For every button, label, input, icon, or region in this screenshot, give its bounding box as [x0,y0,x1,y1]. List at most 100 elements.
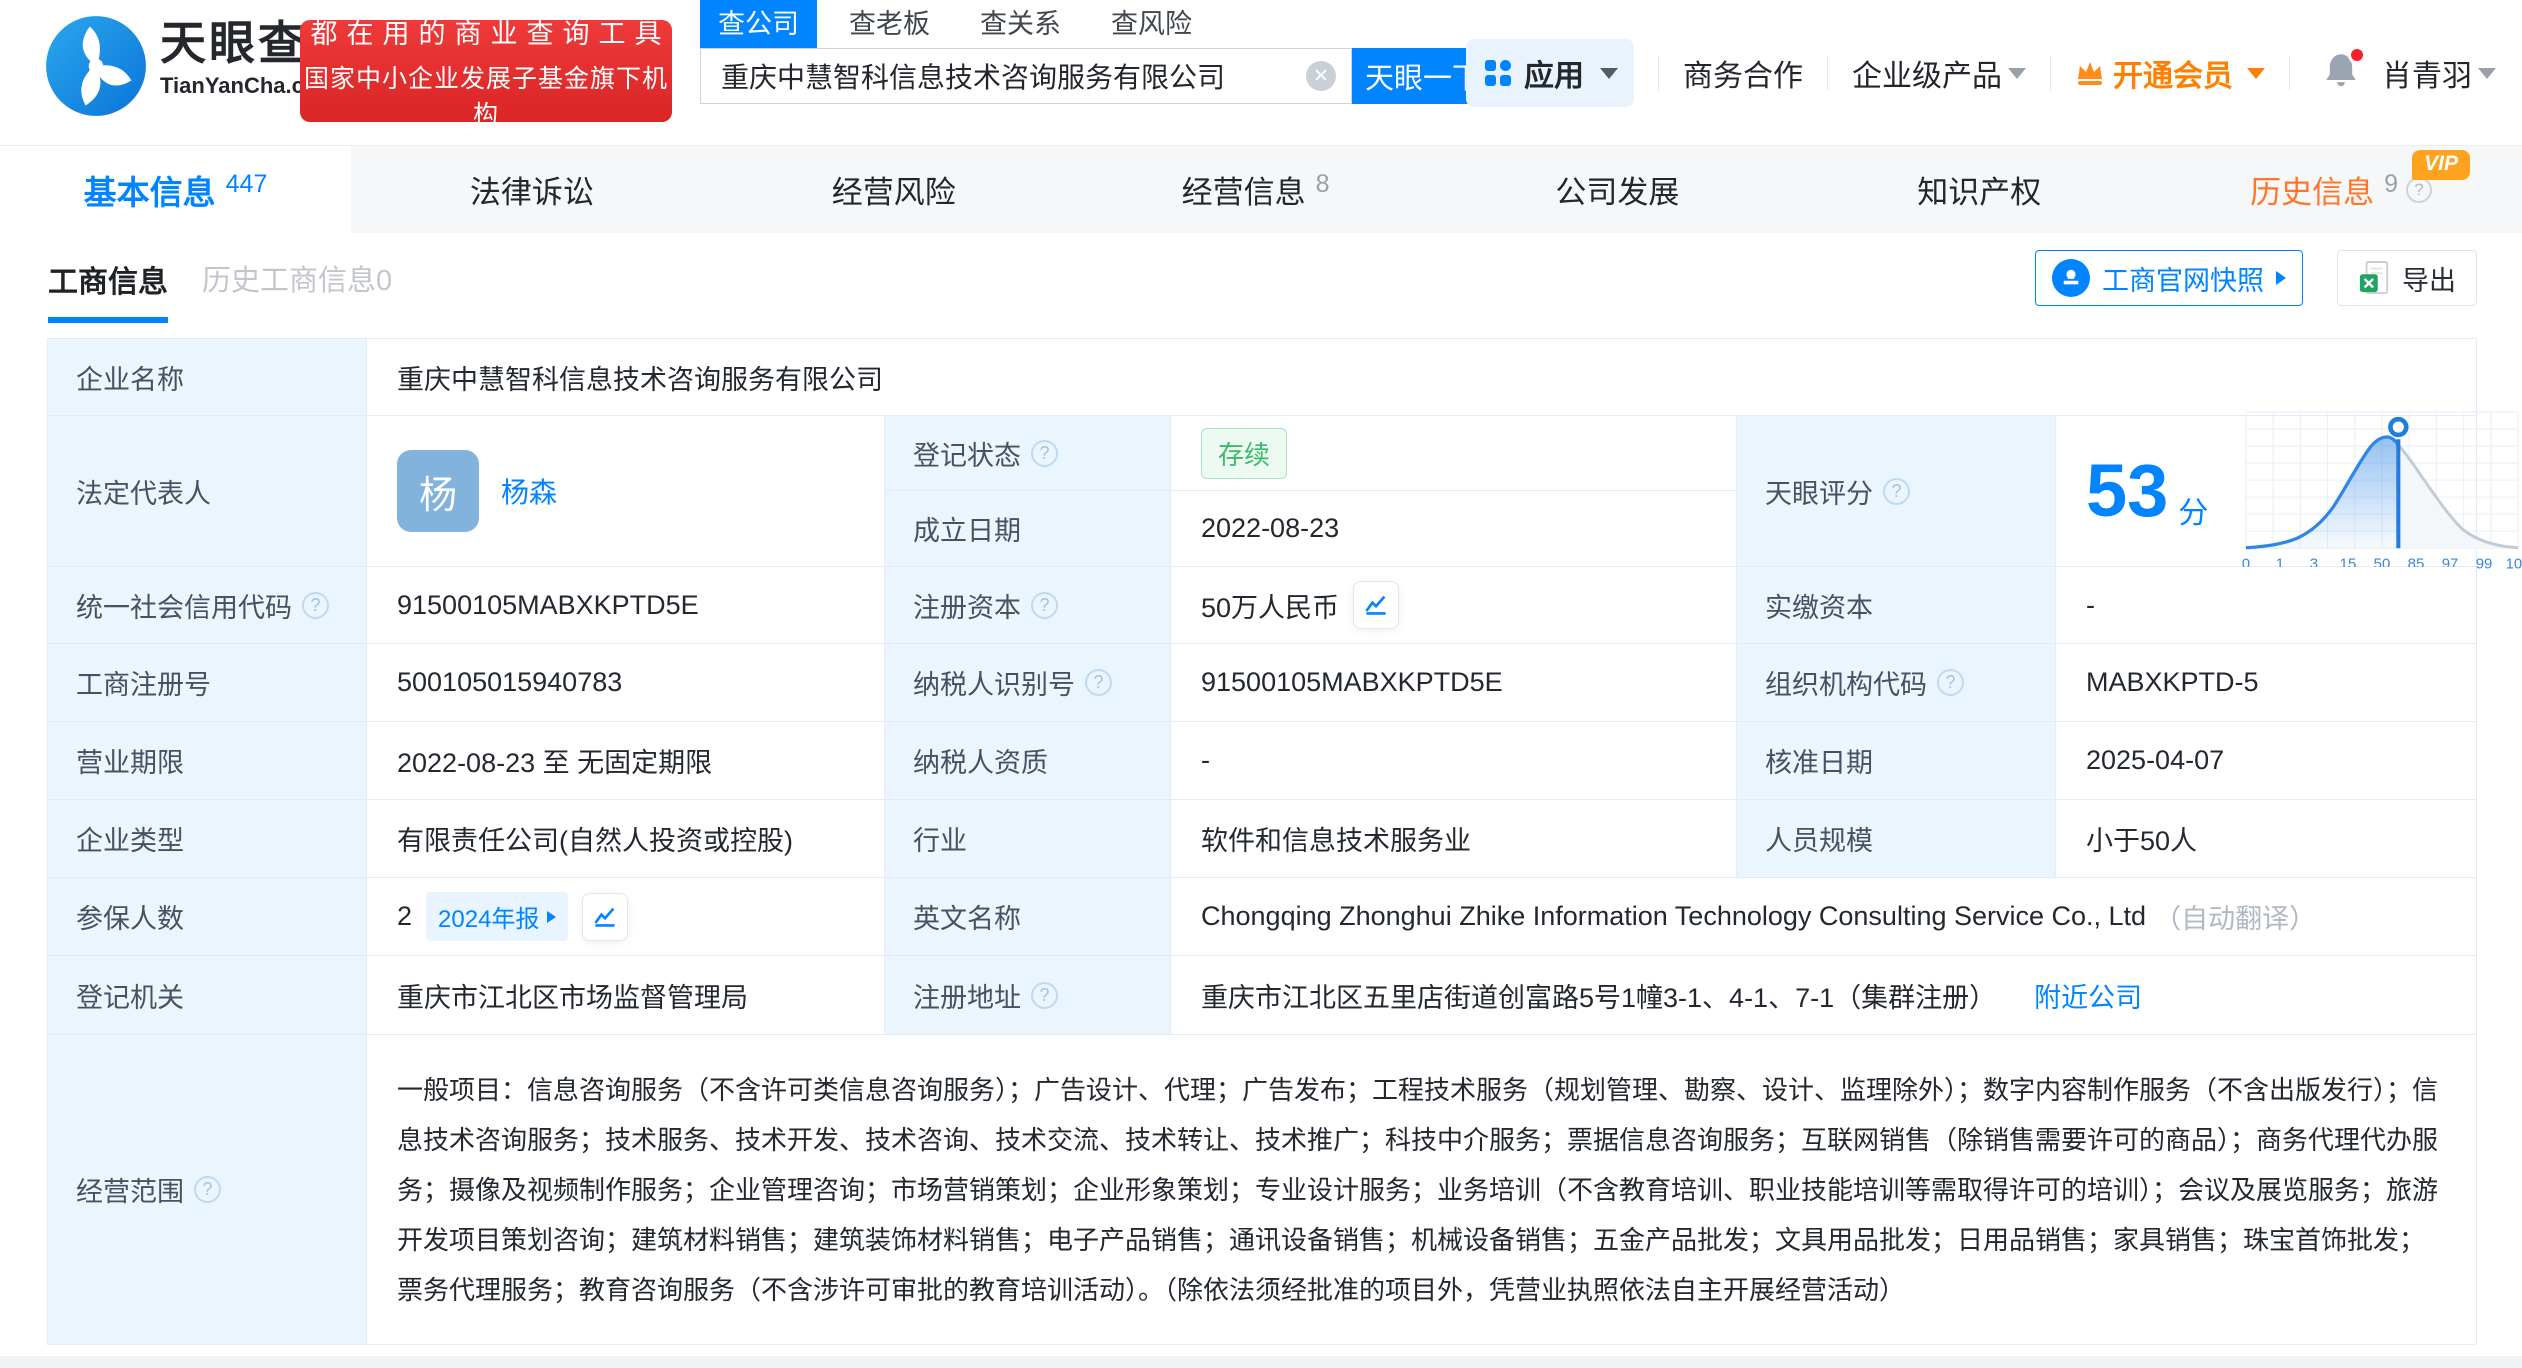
field-value-score: 53 分 [2056,416,2477,567]
field-value-business-scope: 一般项目：信息咨询服务（不含许可类信息咨询服务）；广告设计、代理；广告发布；工程… [367,1035,2477,1345]
help-icon[interactable]: ? [1937,669,1964,696]
value-text: 50万人民币 [1201,586,1339,625]
avatar[interactable]: 杨 [397,450,479,532]
field-value-business-term: 2022-08-23 至 无固定期限 [367,722,885,800]
notification-bell-icon[interactable] [2324,52,2358,95]
field-label-english-name: 英文名称 [885,878,1171,956]
vip-badge: VIP [2412,150,2470,180]
export-button[interactable]: 导出 [2337,250,2477,306]
field-value-staff-size: 小于50人 [2056,800,2477,878]
divider [1658,56,1659,90]
tab-business-info[interactable]: 经营信息 8 [1075,146,1437,233]
subtab-history-registration[interactable]: 历史工商信息0 [202,257,392,299]
bottom-strip [0,1356,2522,1368]
clear-search-icon[interactable]: ✕ [1306,61,1336,91]
help-icon[interactable]: ? [194,1176,221,1203]
value-text: 500105015940783 [397,667,622,698]
tab-intellectual-property[interactable]: 知识产权 [1798,146,2160,233]
value-text: 小于50人 [2086,819,2197,858]
tab-history-info[interactable]: 历史信息 9 ? VIP [2160,146,2522,233]
nearby-companies-link[interactable]: 附近公司 [2034,976,2142,1015]
search-tab-risk[interactable]: 查风险 [1093,0,1210,48]
help-icon[interactable]: ? [1883,478,1910,505]
tianyancha-logo[interactable]: 天眼查 TianYanCha.com [44,8,337,118]
label-text: 参保人数 [76,897,184,936]
field-label-credit-code: 统一社会信用代码 ? [48,567,367,644]
nav-open-membership[interactable]: 开通会员 [2075,51,2265,95]
help-icon[interactable]: ? [1031,982,1058,1009]
official-snapshot-button[interactable]: 工商官网快照 [2035,250,2303,306]
field-label-staff-size: 人员规模 [1737,800,2056,878]
field-label-company-type: 企业类型 [48,800,367,878]
help-icon[interactable]: ? [302,592,329,619]
divider [1827,56,1828,90]
field-label-score: 天眼评分 ? [1737,416,2056,567]
field-value-est-date: 2022-08-23 [1171,491,1736,566]
value-text: 有限责任公司(自然人投资或控股) [397,819,793,858]
subtab-bar: 工商信息 历史工商信息0 工商官网快照 [0,233,2522,322]
field-value-reg-number: 500105015940783 [367,644,885,722]
arrow-right-icon [547,911,556,923]
search-tab-company[interactable]: 查公司 [700,0,817,48]
action-buttons: 工商官网快照 导出 [2035,250,2477,306]
excel-icon [2358,260,2390,296]
search-input[interactable] [700,48,1352,104]
value-text: 一般项目：信息咨询服务（不含许可类信息咨询服务）；广告设计、代理；广告发布；工程… [397,1065,2446,1315]
user-menu[interactable]: 肖青羽 [2382,51,2496,95]
value-text: - [1201,745,1210,776]
chevron-down-icon [2478,68,2496,79]
field-value-reg-status: 存续 [1171,416,1736,491]
promo-line1: 都在用的商业查询工具 [300,12,672,51]
score-value: 53 [2086,454,2168,528]
field-value-industry: 软件和信息技术服务业 [1171,800,1737,878]
search-tab-relation[interactable]: 查关系 [962,0,1079,48]
tab-legal-proceedings[interactable]: 法律诉讼 [351,146,713,233]
tab-basic-info[interactable]: 基本信息 447 [0,146,351,233]
nav-cooperation[interactable]: 商务合作 [1683,51,1803,95]
trend-chart-icon[interactable] [1353,581,1399,629]
label-text: 注册地址 [913,976,1021,1015]
nav-membership-label: 开通会员 [2113,51,2233,95]
field-value-credit-code: 91500105MABXKPTD5E [367,567,885,644]
subtab-business-registration[interactable]: 工商信息 [48,257,168,323]
tab-company-development[interactable]: 公司发展 [1436,146,1798,233]
field-value-paid-capital: - [2056,567,2477,644]
field-label-company-name: 企业名称 [48,339,367,416]
search-tab-boss[interactable]: 查老板 [831,0,948,48]
export-label: 导出 [2402,259,2456,298]
field-label-business-term: 营业期限 [48,722,367,800]
field-value-company-type: 有限责任公司(自然人投资或控股) [367,800,885,878]
legal-rep-link[interactable]: 杨森 [501,471,557,511]
label-text: 统一社会信用代码 [76,586,292,625]
label-text: 人员规模 [1765,819,1873,858]
field-value-legal-rep: 杨 杨森 [367,416,885,567]
field-label-reg-status: 登记状态 ? [885,416,1171,491]
value-text: 2025-04-07 [2086,745,2224,776]
field-label-taxpayer-id: 纳税人识别号 ? [885,644,1171,722]
field-label-reg-number: 工商注册号 [48,644,367,722]
tab-operating-risk[interactable]: 经营风险 [713,146,1075,233]
label-text: 经营范围 [76,1170,184,1209]
field-label-taxpayer-qualification: 纳税人资质 [885,722,1171,800]
arrow-right-icon [2276,271,2286,285]
nav-enterprise[interactable]: 企业级产品 [1852,51,2026,95]
active-underline [48,317,168,323]
help-icon[interactable]: ? [1031,592,1058,619]
subtab-label: 工商信息 [48,257,168,301]
help-icon[interactable]: ? [2406,177,2432,203]
value-text: MABXKPTD-5 [2086,667,2259,698]
help-icon[interactable]: ? [1085,669,1112,696]
help-icon[interactable]: ? [1031,440,1058,467]
trend-chart-icon[interactable] [582,893,628,941]
annual-report-badge[interactable]: 2024年报 [426,892,568,941]
tab-label: 法律诉讼 [470,167,594,212]
tab-label: 历史信息 [2250,167,2374,212]
value-text: 重庆市江北区市场监督管理局 [397,976,748,1015]
value-text: 2 [397,901,412,932]
value-text: 91500105MABXKPTD5E [1201,667,1503,698]
value-text: 重庆中慧智科信息技术咨询服务有限公司 [397,358,883,397]
tab-label: 知识产权 [1917,167,2041,212]
field-label-legal-rep: 法定代表人 [48,416,367,567]
label-text: 法定代表人 [76,472,211,511]
apps-menu[interactable]: 应用 [1466,39,1634,107]
